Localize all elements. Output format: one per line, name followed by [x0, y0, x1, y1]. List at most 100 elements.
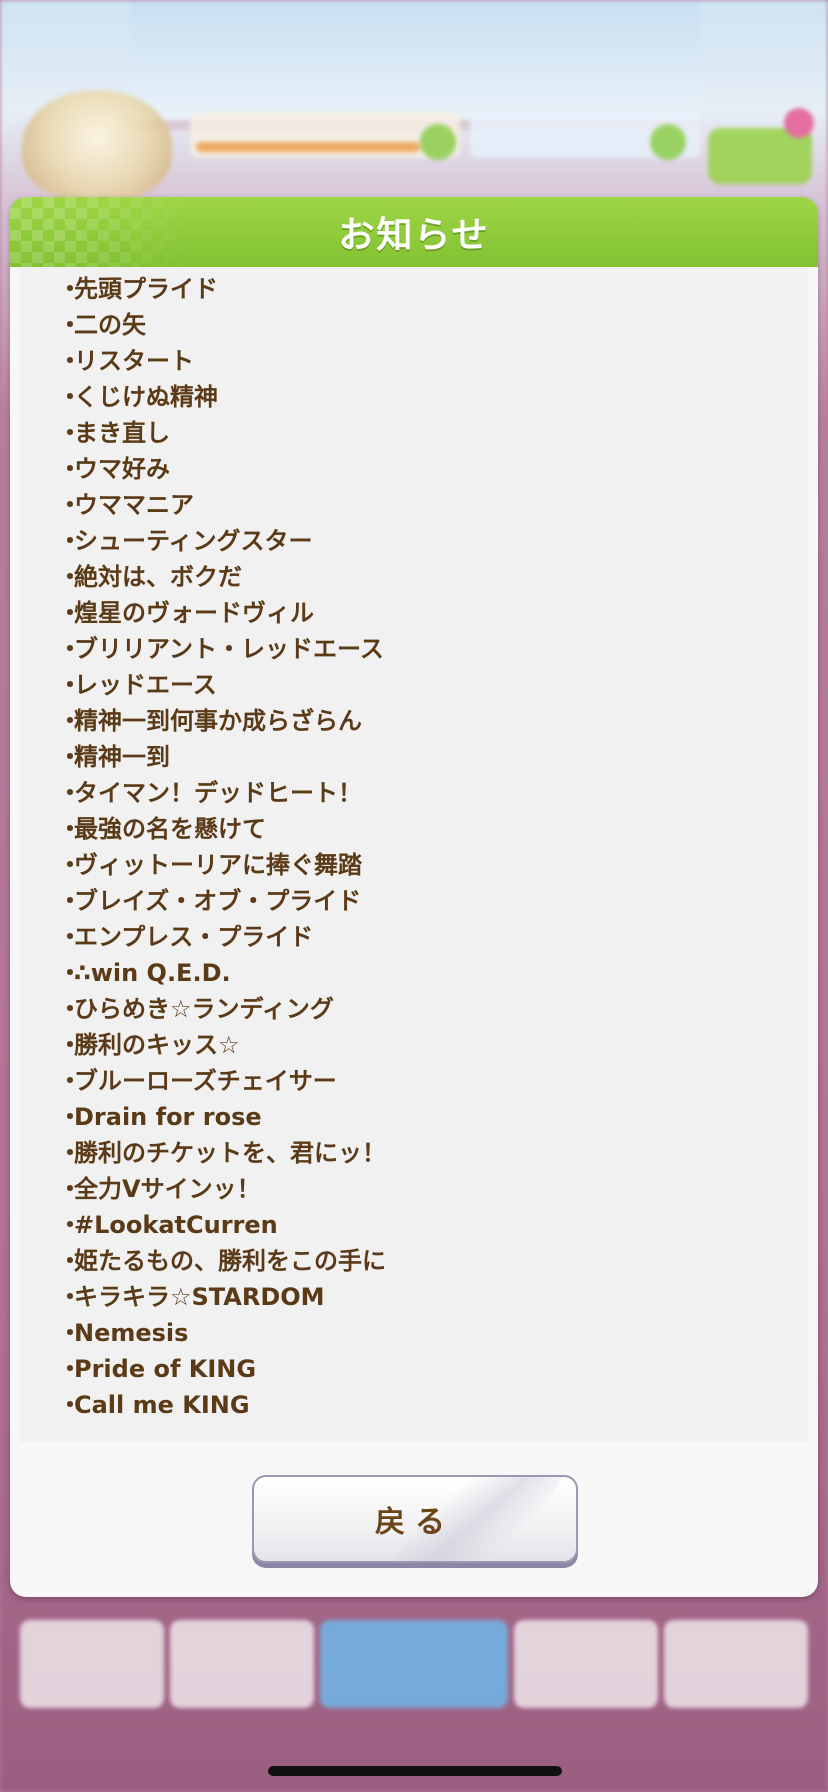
bullet: ・ [58, 635, 82, 663]
skill-name: 煌星のヴォードヴィル [74, 599, 314, 627]
skill-name: 精神一到 [74, 743, 170, 771]
bullet: ・ [58, 1139, 82, 1167]
rank-emblem [22, 90, 172, 200]
bottom-navigation [20, 1620, 809, 1708]
bullet: ・ [58, 491, 82, 519]
notification-badge [784, 108, 814, 138]
list-item: ・ウマ好み [58, 451, 808, 487]
list-item: ・Pride of KING [58, 1351, 808, 1387]
header-pattern-decoration [10, 197, 190, 267]
bullet: ・ [58, 1319, 82, 1347]
bullet: ・ [58, 959, 82, 987]
skill-name: ブレイズ・オブ・プライド [74, 887, 362, 915]
back-button-label: 戻る [375, 1505, 455, 1540]
skill-name: ブリリアント・レッドエース [74, 635, 384, 663]
list-item: ・くじけぬ精神 [58, 379, 808, 415]
nav-tile [170, 1620, 315, 1708]
list-item: ・Call me KING [58, 1387, 808, 1423]
list-item: ・シューティングスター [58, 523, 808, 559]
skill-name: 姫たるもの、勝利をこの手に [74, 1247, 386, 1275]
bullet: ・ [58, 527, 82, 555]
bullet: ・ [58, 563, 82, 591]
skill-name: シューティングスター [74, 527, 313, 555]
bullet: ・ [58, 1175, 82, 1203]
bullet: ・ [58, 599, 82, 627]
bullet: ・ [58, 455, 82, 483]
skill-name: Pride of KING [74, 1355, 257, 1383]
bullet: ・ [58, 923, 82, 951]
nav-tile [20, 1620, 165, 1708]
skill-name: キラキラ☆STARDOM [74, 1283, 325, 1311]
bullet: ・ [58, 1391, 82, 1419]
list-item: ・∴win Q.E.D. [58, 955, 808, 991]
bullet: ・ [58, 275, 82, 303]
list-item: ・ブレイズ・オブ・プライド [58, 883, 808, 919]
bullet: ・ [58, 815, 82, 843]
resource-bar-1 [190, 112, 460, 158]
bullet: ・ [58, 851, 82, 879]
skill-name: Nemesis [74, 1319, 189, 1347]
list-item: ・タイマン！デッドヒート！ [58, 775, 808, 811]
bullet: ・ [58, 1283, 82, 1311]
list-item: ・Nemesis [58, 1315, 808, 1351]
bullet: ・ [58, 1355, 82, 1383]
notice-dialog: お知らせ ・先頭プライド ・二の矢 ・リスタート ・くじけぬ精神 ・まき直し ・ウマ好み・… [10, 197, 818, 1597]
skill-list: ・先頭プライド ・二の矢 ・リスタート ・くじけぬ精神 ・まき直し ・ウマ好み ・ウママニア… [20, 267, 808, 1423]
list-item: ・#LookatCurren [58, 1207, 808, 1243]
list-item: ・勝利のキッス☆ [58, 1027, 808, 1063]
list-item: ・二の矢 [58, 307, 808, 343]
skill-name: 絶対は、ボクだ [74, 563, 242, 591]
skill-name: 精神一到何事か成らざらん [74, 707, 362, 735]
nav-tile [513, 1620, 658, 1708]
plus-icon [650, 124, 686, 160]
bullet: ・ [58, 1211, 82, 1239]
skill-name: タイマン！デッドヒート！ [74, 779, 362, 807]
bullet: ・ [58, 419, 82, 447]
skill-name: ∴win Q.E.D. [74, 959, 231, 987]
skill-name: くじけぬ精神 [74, 383, 218, 411]
list-item: ・勝利のチケットを、君にッ！ [58, 1135, 808, 1171]
list-item: ・エンプレス・プライド [58, 919, 808, 955]
skill-name: 勝利のチケットを、君にッ！ [74, 1139, 386, 1167]
list-item: ・精神一到 [58, 739, 808, 775]
skill-name: ブルーローズチェイサー [74, 1067, 337, 1095]
bullet: ・ [58, 347, 82, 375]
skill-name: まき直し [74, 419, 170, 447]
home-indicator[interactable] [268, 1766, 562, 1776]
list-item: ・ひらめき☆ランディング [58, 991, 808, 1027]
list-item: ・煌星のヴォードヴィル [58, 595, 808, 631]
bullet: ・ [58, 671, 82, 699]
list-item: ・最強の名を懸けて [58, 811, 808, 847]
skill-name: ヴィットーリアに捧ぐ舞踏 [74, 851, 362, 879]
list-item: ・レッドエース [58, 667, 808, 703]
list-item: ・精神一到何事か成らざらん [58, 703, 808, 739]
nav-tile [663, 1620, 809, 1708]
bullet: ・ [58, 311, 82, 339]
bullet: ・ [58, 995, 82, 1023]
bullet: ・ [58, 887, 82, 915]
list-item: ・Drain for rose [58, 1099, 808, 1135]
skill-name: ウママニア [74, 491, 194, 519]
list-item: ・先頭プライド [58, 271, 808, 307]
list-item: ・まき直し [58, 415, 808, 451]
skill-name: 勝利のキッス☆ [74, 1031, 240, 1059]
list-item: ・ブリリアント・レッドエース [58, 631, 808, 667]
background-window [130, 0, 700, 130]
list-item: ・姫たるもの、勝利をこの手に [58, 1243, 808, 1279]
back-button[interactable]: 戻る [252, 1475, 578, 1563]
dialog-header: お知らせ [10, 197, 818, 267]
bullet: ・ [58, 743, 82, 771]
bullet: ・ [58, 779, 82, 807]
skill-name: エンプレス・プライド [74, 923, 314, 951]
list-item: ・ヴィットーリアに捧ぐ舞踏 [58, 847, 808, 883]
bullet: ・ [58, 707, 82, 735]
skill-name: ひらめき☆ランディング [74, 995, 334, 1023]
skill-list-panel[interactable]: ・先頭プライド ・二の矢 ・リスタート ・くじけぬ精神 ・まき直し ・ウマ好み ・ウママニア… [20, 267, 808, 1442]
list-item: ・全力Vサインッ！ [58, 1171, 808, 1207]
bullet: ・ [58, 1031, 82, 1059]
skill-name: Drain for rose [74, 1103, 262, 1131]
skill-name: 最強の名を懸けて [74, 815, 266, 843]
skill-name: リスタート [74, 347, 194, 375]
skill-name: 先頭プライド [74, 275, 218, 303]
bullet: ・ [58, 1247, 82, 1275]
